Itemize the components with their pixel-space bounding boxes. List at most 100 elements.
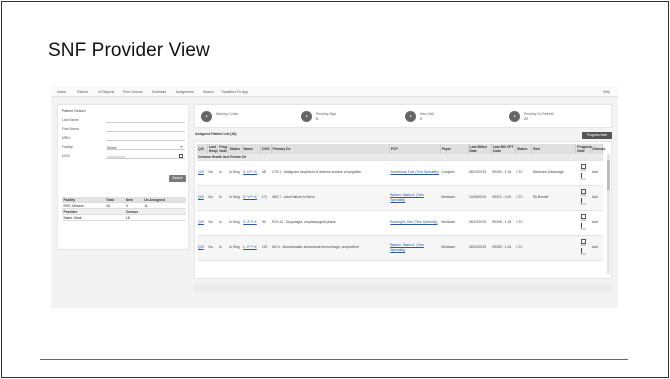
discuss-link[interactable]: Add xyxy=(590,160,603,186)
summary-card-label: Missing Codes xyxy=(216,112,239,116)
cell: C78.1 - Malignant neoplasm of anterior s… xyxy=(271,160,390,186)
col-progress-note[interactable]: Progress Note xyxy=(575,144,592,154)
last-name-input[interactable] xyxy=(106,118,185,123)
note-label: Note xyxy=(580,193,587,197)
assigned-patient-list-title: Assigned Patient List (18) xyxy=(195,132,237,136)
cell: 99309 - 1.15 xyxy=(491,235,516,261)
provider-name[interactable]: Baker, Mark xyxy=(62,214,125,222)
summary-card-pending-refresh[interactable]: ● Pending Sx Refresh 20 xyxy=(507,108,607,126)
patient-name-link[interactable]: S. Z***-K xyxy=(242,210,261,236)
app-screenshot: Home Patient UI Reports Print Census Sch… xyxy=(51,86,618,308)
nav-patient[interactable]: Patient xyxy=(77,90,88,94)
cell: 08/19/2019 xyxy=(468,160,492,186)
pcp-link[interactable]: Baiden, Maria A. (Tres Specialty) xyxy=(389,235,441,261)
col-last-billed[interactable]: Last Billed Date xyxy=(468,144,492,154)
col-discuss[interactable]: Discuss xyxy=(590,144,605,154)
table-row[interactable]: Q/S No In In Mng L. C***-K 120 I62.9 - N… xyxy=(197,235,603,261)
cell: LTC xyxy=(515,210,532,236)
pcp-link[interactable]: Somebody, Doe (Tres Specialty) xyxy=(389,160,441,186)
cell: In Mng xyxy=(228,160,243,186)
new-visit-icon: ● xyxy=(405,111,416,122)
last-name-label: Last Name: xyxy=(62,118,80,122)
cell: 99309 - 1.15 xyxy=(491,160,516,186)
discuss-link[interactable]: Add xyxy=(590,210,603,236)
patient-name-link[interactable]: L. C***-K xyxy=(242,235,261,261)
row-actions: Note Print xyxy=(575,185,591,211)
nav-help[interactable]: Help xyxy=(603,90,610,94)
print-label: Print xyxy=(580,178,586,181)
cell: PA Bundle xyxy=(531,185,576,211)
qs-link[interactable]: Q/S xyxy=(197,210,208,236)
divider xyxy=(40,359,628,360)
cell: In Mng xyxy=(228,235,243,261)
col-prog-note[interactable]: Prog Note xyxy=(217,144,229,154)
nav-transition-fu-app[interactable]: Transition FU App xyxy=(221,90,248,94)
nav-schedule[interactable]: Schedule xyxy=(152,90,166,94)
table-row[interactable]: Q/S No In In Mng S. D***-K 4B C78.1 - Ma… xyxy=(197,160,603,186)
patient-table: Q/S Last Hosp Prog Note Status Name DOS … xyxy=(197,144,605,261)
table-scrollbar[interactable] xyxy=(607,154,610,274)
col-dos[interactable]: DOS xyxy=(260,144,272,154)
table-row[interactable]: Q/S No In In Mng S. Z***-K 36 R13.12 - D… xyxy=(197,210,603,236)
mrn-input[interactable] xyxy=(106,136,185,141)
progress-note-button[interactable]: Progress Note xyxy=(582,132,612,139)
col-bed[interactable]: Bed xyxy=(531,144,577,154)
cell: In xyxy=(217,210,229,236)
facility-select[interactable] xyxy=(106,145,185,150)
calendar-icon[interactable] xyxy=(179,154,183,158)
patient-list-panel: Q/S Last Hosp Prog Note Status Name DOS … xyxy=(194,141,612,279)
col-primary-dx[interactable]: Primary Dx xyxy=(271,144,390,154)
note-label: Note xyxy=(580,218,587,222)
cell: 08/19/2019 xyxy=(468,235,492,261)
qs-link[interactable]: Q/S xyxy=(197,160,208,186)
cell: In xyxy=(217,185,229,211)
col-payer[interactable]: Payer xyxy=(440,144,469,154)
pcp-link[interactable]: Bonbright, Dan (Tres Specialty) xyxy=(389,210,441,236)
summary-card-missing-codes[interactable]: ● Missing Codes xyxy=(199,108,299,126)
cell: Medicare Advantage xyxy=(531,160,576,186)
qs-link[interactable]: Q/S xyxy=(197,185,208,211)
patient-name-link[interactable]: S. D***-K xyxy=(242,160,261,186)
cell: 4B xyxy=(260,160,272,186)
col-pcp[interactable]: PCP xyxy=(389,144,441,154)
table-row[interactable]: Q/S No In In Mng S. V***-K 171 N62.7 - A… xyxy=(197,185,603,211)
summary-card-pending-sign[interactable]: ● Pending Sign 5 xyxy=(299,108,399,126)
facility-select-value: Select xyxy=(107,146,117,150)
patient-name-link[interactable]: S. V***-K xyxy=(242,185,261,211)
search-button[interactable]: Search xyxy=(169,175,186,182)
provider-census: 18 xyxy=(124,214,186,222)
col-last-hosp[interactable]: Last Hosp xyxy=(207,144,219,154)
chevron-down-icon: ▼ xyxy=(180,145,183,149)
nav-ui-reports[interactable]: UI Reports xyxy=(98,90,114,94)
dos-label: DOS: xyxy=(62,154,71,158)
col-name[interactable]: Name xyxy=(242,144,262,154)
facility-label: Facility: xyxy=(62,145,74,149)
pcp-link[interactable]: Baiden, Maria A. (Tres Specialty) xyxy=(389,185,441,211)
first-name-input[interactable] xyxy=(106,127,185,132)
cell: Medicare xyxy=(440,235,469,261)
nav-search[interactable]: Search xyxy=(203,90,214,94)
summary-card-value: 5 xyxy=(316,117,318,121)
cell: Complex xyxy=(440,160,469,186)
col-status2[interactable]: Status xyxy=(515,144,533,154)
col-last-cpt[interactable]: Last MD CPT Code xyxy=(491,144,517,154)
discuss-link[interactable]: Add xyxy=(590,185,603,211)
summary-card-value: 0 xyxy=(420,117,422,121)
discuss-link[interactable]: Add xyxy=(590,235,603,261)
col-qs[interactable]: Q/S xyxy=(197,144,208,154)
print-label: Print xyxy=(580,228,586,231)
cell: In xyxy=(217,160,229,186)
qs-link[interactable]: Q/S xyxy=(197,235,208,261)
cell: I62.9 - Nontraumatic intracranial hemorr… xyxy=(271,235,390,261)
summary-card-new-visit[interactable]: ● New Visit 0 xyxy=(403,108,503,126)
footer-bar xyxy=(194,284,612,292)
nav-print-census[interactable]: Print Census xyxy=(123,90,142,94)
row-actions: Note Print xyxy=(575,210,591,236)
nav-home[interactable]: Home xyxy=(57,90,66,94)
print-label: Print xyxy=(580,253,586,256)
scrollbar-thumb[interactable] xyxy=(607,160,610,190)
nav-assignment[interactable]: Assignment xyxy=(176,90,194,94)
col-status[interactable]: Status xyxy=(228,144,243,154)
cell: R13.12 - Dysphagia, oropharyngeal phase xyxy=(271,210,390,236)
summary-card-label: Pending Sign xyxy=(316,112,337,116)
